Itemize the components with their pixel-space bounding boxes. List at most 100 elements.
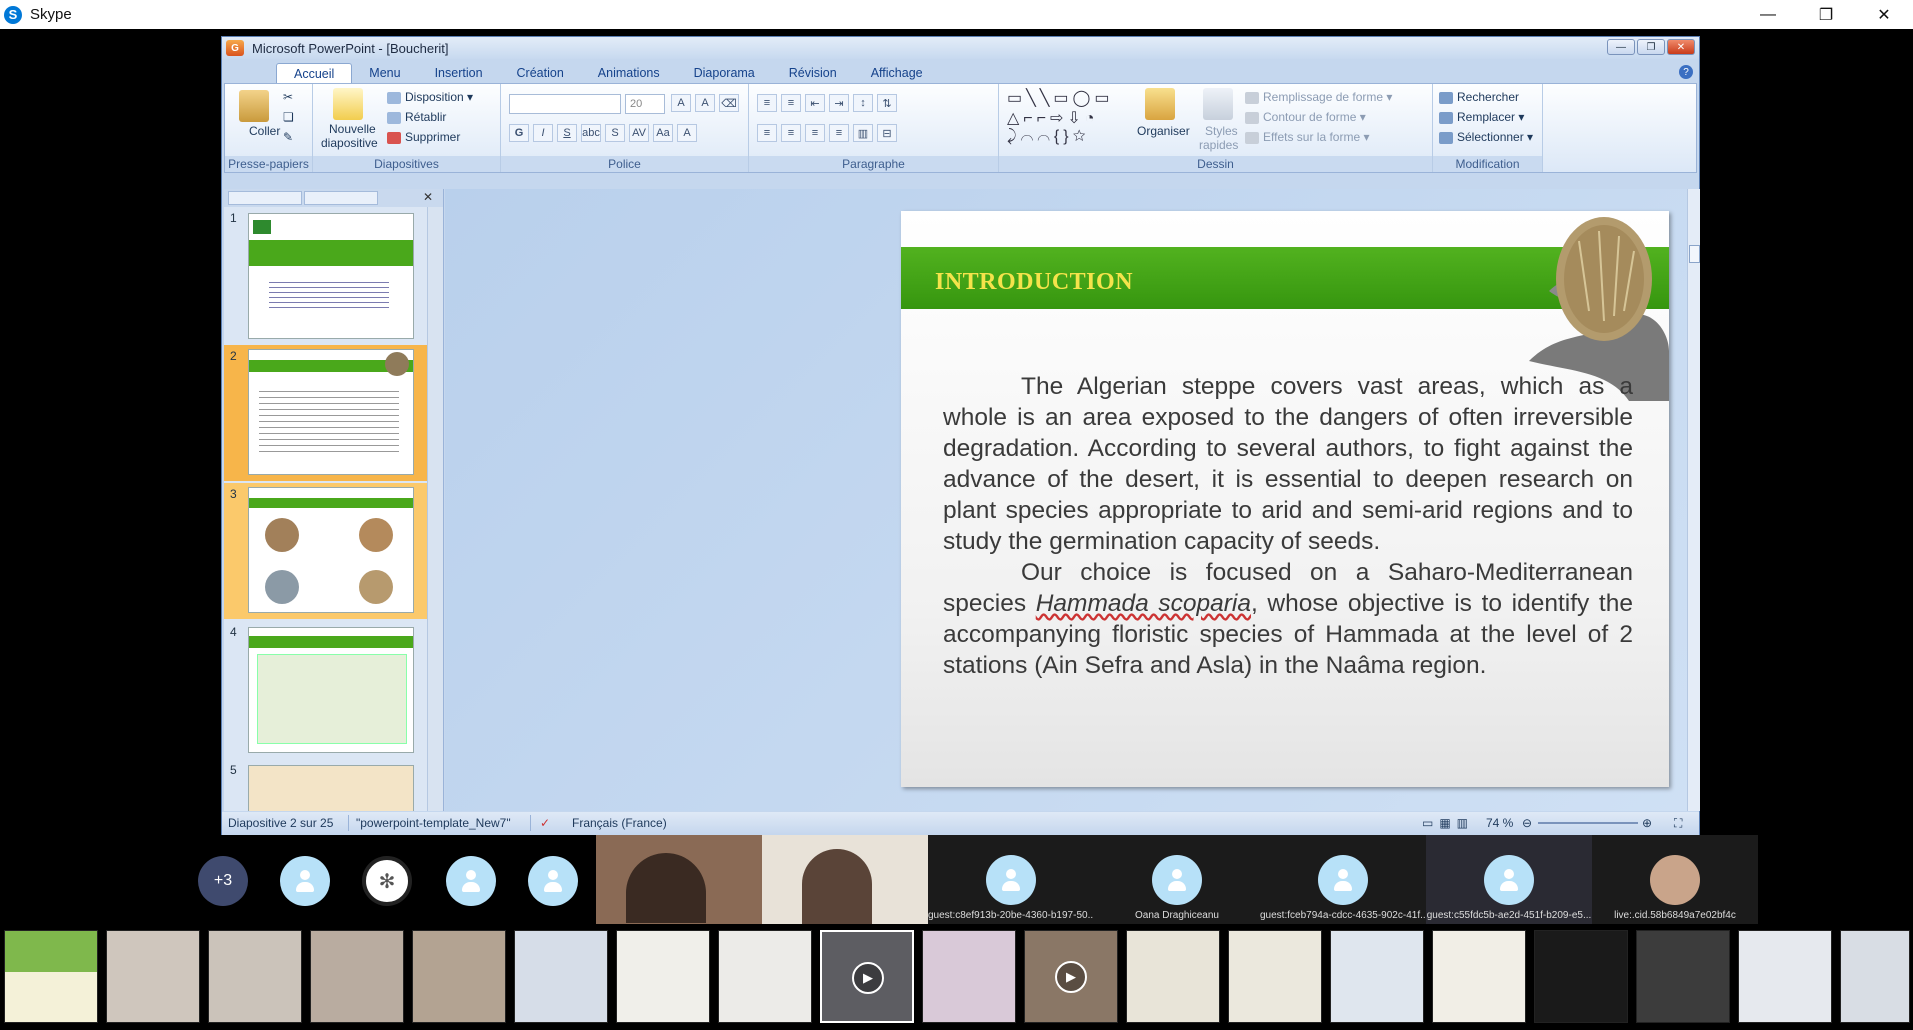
play-icon[interactable]: ▶ [1055, 961, 1087, 993]
tab-animations[interactable]: Animations [581, 63, 677, 83]
shrink-font-button[interactable]: A [695, 94, 715, 112]
bullets-button[interactable]: ≡ [757, 94, 777, 112]
tab-insertion[interactable]: Insertion [418, 63, 500, 83]
ppt-restore-button[interactable]: ❐ [1637, 39, 1665, 55]
select-button[interactable]: Sélectionner ▾ [1439, 130, 1533, 144]
slide-thumbnail[interactable] [248, 213, 414, 339]
align-right-button[interactable]: ≡ [805, 124, 825, 142]
view-buttons[interactable]: ▭▦▥ [1422, 816, 1474, 830]
layout-button[interactable]: Disposition ▾ [387, 90, 473, 104]
filmstrip-thumb[interactable] [1840, 930, 1910, 1023]
increase-indent-button[interactable]: ⇥ [829, 94, 849, 112]
filmstrip-thumb[interactable] [4, 930, 98, 1023]
filmstrip-thumb[interactable] [616, 930, 710, 1023]
slide-thumbnail-row[interactable]: 4 [224, 621, 428, 757]
quick-styles-button[interactable]: Styles [1205, 124, 1238, 138]
tab-revision[interactable]: Révision [772, 63, 854, 83]
shape-outline-button[interactable]: Contour de forme ▾ [1245, 110, 1366, 124]
participant-avatar[interactable]: ✻ [362, 856, 412, 906]
filmstrip-thumb[interactable] [310, 930, 404, 1023]
find-button[interactable]: Rechercher [1439, 90, 1519, 104]
underline-button[interactable]: S [557, 124, 577, 142]
filmstrip-thumb[interactable] [1126, 930, 1220, 1023]
new-slide-button[interactable]: Nouvelle [329, 122, 376, 136]
participant-tile[interactable]: guest:c8ef913b-20be-4360-b197-50... [928, 835, 1094, 924]
minimize-button[interactable]: — [1739, 0, 1797, 29]
filmstrip-thumb[interactable]: ▶ [1024, 930, 1118, 1023]
scrollbar-thumb[interactable] [1689, 245, 1700, 263]
slide-thumbnail-row-selected[interactable]: 2 [224, 345, 428, 481]
strikethrough-button[interactable]: abc [581, 124, 601, 142]
filmstrip-thumb[interactable] [1636, 930, 1730, 1023]
fit-window-icon[interactable]: ⛶ [1674, 816, 1682, 831]
italic-button[interactable]: I [533, 124, 553, 142]
zoom-in-icon[interactable]: ⊕ [1642, 816, 1652, 830]
bold-button[interactable]: G [509, 124, 529, 142]
filmstrip-thumb[interactable] [208, 930, 302, 1023]
slide-thumbnail[interactable] [248, 627, 414, 753]
filmstrip-thumb[interactable] [1738, 930, 1832, 1023]
slide-thumbnail[interactable] [248, 487, 414, 613]
new-slide-button-line2[interactable]: diapositive [321, 136, 378, 150]
slide-thumbnail[interactable] [248, 765, 414, 811]
zoom-out-icon[interactable]: ⊖ [1522, 816, 1532, 830]
filmstrip-thumb[interactable] [106, 930, 200, 1023]
zoom-level[interactable]: 74 % [1486, 816, 1513, 830]
tab-creation[interactable]: Création [500, 63, 581, 83]
tab-accueil[interactable]: Accueil [276, 63, 353, 83]
columns-button[interactable]: ▥ [853, 124, 873, 142]
slide-thumbnail-row[interactable]: 3 [224, 483, 428, 619]
shapes-gallery[interactable]: ▭╲╲▭◯▭ [1007, 88, 1114, 108]
copy-icon[interactable]: ❏ [283, 110, 294, 124]
font-color-button[interactable]: A [677, 124, 697, 142]
participant-video[interactable] [762, 835, 928, 924]
cut-icon[interactable]: ✂ [283, 90, 293, 104]
shape-fill-button[interactable]: Remplissage de forme ▾ [1245, 90, 1392, 104]
filmstrip-thumb-selected[interactable]: ▶ [820, 930, 914, 1023]
shapes-gallery-row2[interactable]: △⌐⌐⇨⇩◔ [1007, 108, 1098, 128]
align-center-button[interactable]: ≡ [781, 124, 801, 142]
quick-styles-icon[interactable] [1203, 88, 1233, 120]
delete-slide-button[interactable]: Supprimer [387, 130, 460, 144]
clear-format-button[interactable]: ⌫ [719, 94, 739, 112]
current-slide[interactable]: INTRODUCTION The Algerian steppe covers … [901, 211, 1669, 787]
restore-button[interactable]: ❐ [1797, 0, 1855, 29]
more-participants-button[interactable]: +3 [198, 856, 248, 906]
text-direction-button[interactable]: ⇅ [877, 94, 897, 112]
ppt-minimize-button[interactable]: — [1607, 39, 1635, 55]
help-icon[interactable]: ? [1679, 65, 1693, 79]
participant-video[interactable] [596, 835, 762, 924]
filmstrip-thumb[interactable] [1228, 930, 1322, 1023]
shape-effects-button[interactable]: Effets sur la forme ▾ [1245, 130, 1370, 144]
reset-button[interactable]: Rétablir [387, 110, 446, 124]
shadow-button[interactable]: S [605, 124, 625, 142]
tab-outline[interactable] [304, 191, 378, 205]
shapes-gallery-row3[interactable]: ⤸⌒⌒{}☆ [1007, 128, 1090, 146]
play-icon[interactable]: ▶ [852, 962, 884, 994]
paste-button[interactable]: Coller [249, 124, 280, 138]
align-left-button[interactable]: ≡ [757, 124, 777, 142]
participant-avatar[interactable] [446, 856, 496, 906]
filmstrip-thumb[interactable] [1432, 930, 1526, 1023]
filmstrip-thumb[interactable] [412, 930, 506, 1023]
grow-font-button[interactable]: A [671, 94, 691, 112]
participant-tile[interactable]: guest:fceb794a-cdcc-4635-902c-41f... [1260, 835, 1426, 924]
tab-slides[interactable] [228, 191, 302, 205]
participant-avatar[interactable] [528, 856, 578, 906]
language[interactable]: Français (France) [572, 816, 667, 830]
filmstrip-thumb[interactable] [1534, 930, 1628, 1023]
slide-thumbnail-row[interactable]: 1 [224, 207, 428, 343]
slide-thumbnail-row[interactable]: 5 [224, 759, 428, 811]
participant-tile[interactable]: Oana Draghiceanu [1094, 835, 1260, 924]
close-panel-icon[interactable]: ✕ [423, 190, 433, 204]
paste-icon[interactable] [239, 90, 269, 122]
filmstrip-thumb[interactable] [514, 930, 608, 1023]
filmstrip-thumb[interactable] [1330, 930, 1424, 1023]
filmstrip-thumb[interactable] [922, 930, 1016, 1023]
decrease-indent-button[interactable]: ⇤ [805, 94, 825, 112]
align-text-button[interactable]: ⊟ [877, 124, 897, 142]
numbering-button[interactable]: ≡ [781, 94, 801, 112]
justify-button[interactable]: ≡ [829, 124, 849, 142]
participant-tile[interactable]: guest:c55fdc5b-ae2d-451f-b209-e5... [1426, 835, 1592, 924]
tab-affichage[interactable]: Affichage [854, 63, 940, 83]
